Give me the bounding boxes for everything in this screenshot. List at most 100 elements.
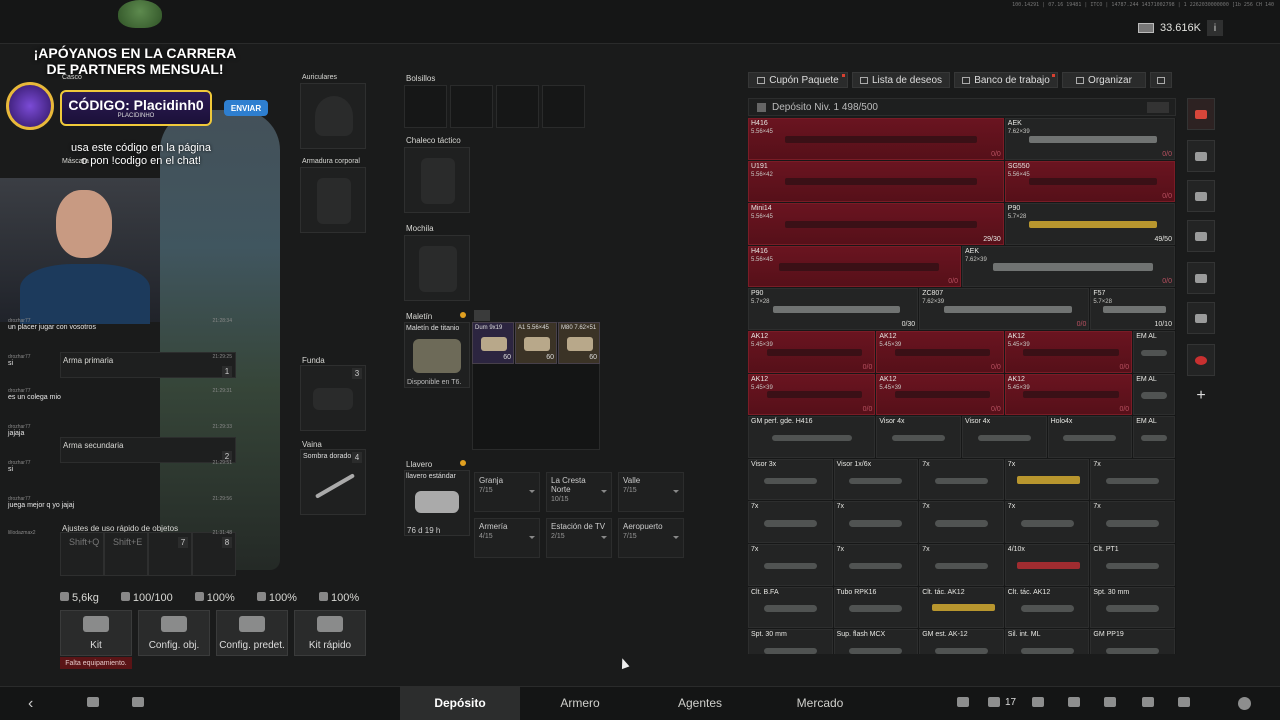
category-attachments[interactable] (1187, 302, 1215, 334)
send-button[interactable]: ENVIAR (224, 100, 268, 116)
stash-item[interactable]: 7x (1090, 501, 1175, 543)
stash-item[interactable]: H416 5.56×45 0/0 (748, 118, 1004, 160)
trophy-icon[interactable] (1104, 697, 1116, 707)
stash-item[interactable]: Holo4x (1047, 416, 1133, 458)
keychain-slot[interactable]: llavero estándar 76 d 19 h (404, 470, 470, 536)
stash-item[interactable]: GM PP19 (1090, 629, 1175, 654)
pocket-slot-4[interactable] (542, 85, 585, 128)
info-button[interactable]: i (1206, 20, 1223, 36)
ammo-item[interactable]: M80 7.62×51 60 (558, 322, 600, 364)
category-weapons[interactable] (1187, 140, 1215, 172)
book-icon[interactable] (1142, 697, 1154, 707)
tab-mercado[interactable]: Mercado (760, 686, 880, 720)
stash-item[interactable]: AK12 5.45×39 0/0 (748, 331, 876, 373)
quick-kit-button[interactable]: Kit rápido (294, 610, 366, 656)
backpack-slot[interactable] (404, 235, 470, 301)
stash-item[interactable]: 7x (1090, 458, 1175, 501)
stash-item[interactable]: Mini14 5.56×45 29/30 (748, 203, 1004, 245)
wishlist-button[interactable]: Lista de deseos (852, 72, 950, 88)
quick-slot-7[interactable]: 7 (148, 532, 192, 576)
stash-item[interactable]: Sil. int. ML (1004, 629, 1090, 654)
stash-item[interactable]: Visor 4x (876, 416, 961, 458)
ammo-item[interactable]: A1 5.56×45 60 (515, 322, 557, 364)
stash-item[interactable]: EM AL (1133, 416, 1175, 458)
stash-item[interactable]: 4/10x (1004, 544, 1090, 586)
stash-item[interactable]: 7x (833, 544, 919, 586)
config-obj-button[interactable]: Config. obj. (138, 610, 210, 656)
mail-icon[interactable] (1068, 697, 1080, 707)
crafting-location[interactable]: Valle 7/15 (618, 472, 684, 512)
stash-item[interactable]: Visor 3x (748, 458, 833, 501)
crafting-location[interactable]: Armería 4/15 (474, 518, 540, 558)
stash-item[interactable]: 7x (1004, 501, 1090, 543)
stash-item[interactable]: 7x (919, 458, 1004, 501)
stash-item[interactable]: AK12 5.45×39 0/0 (876, 373, 1004, 416)
stash-item[interactable]: P90 5.7×28 49/50 (1004, 203, 1175, 245)
category-ammo[interactable] (1187, 220, 1215, 252)
tab-armero[interactable]: Armero (520, 686, 640, 720)
home-nav-icon[interactable] (87, 697, 99, 707)
list-icon[interactable] (1178, 697, 1190, 707)
organize-button[interactable]: Organizar (1062, 72, 1146, 88)
crafting-location[interactable]: Granja 7/15 (474, 472, 540, 512)
stash-item[interactable]: Clt. tác. AK12 (1004, 586, 1090, 629)
stash-item[interactable]: Clt. PT1 (1090, 544, 1175, 586)
friends-icon[interactable] (988, 697, 1000, 707)
pocket-slot-1[interactable] (404, 85, 447, 128)
case-pin-icon[interactable] (474, 310, 490, 321)
stash-item[interactable]: AK12 5.45×39 0/0 (1004, 331, 1133, 373)
stash-item[interactable]: GM perf. gde. H416 (748, 416, 876, 458)
quick-slot-e[interactable]: Shift+E (104, 532, 148, 576)
body-armor-slot[interactable] (300, 167, 366, 233)
stash-item[interactable]: 7x (833, 501, 919, 543)
stash-item[interactable]: AEK 7.62×39 0/0 (1004, 118, 1175, 160)
stash-item[interactable]: GM est. AK-12 (919, 629, 1004, 654)
crafting-location[interactable]: Estación de TV 2/15 (546, 518, 612, 558)
stash-item[interactable]: ZC807 7.62×39 0/0 (919, 288, 1090, 330)
config-predet-button[interactable]: Config. predet. (216, 610, 288, 656)
stash-item[interactable]: 7x (748, 544, 833, 586)
quick-slot-q[interactable]: Shift+Q (60, 532, 104, 576)
stash-item[interactable]: Clt. B.FA (748, 586, 833, 629)
stash-item[interactable]: AEK 7.62×39 0/0 (962, 245, 1175, 288)
stash-item[interactable]: Visor 1x/6x (833, 458, 919, 501)
holster-slot[interactable]: 3 (300, 365, 366, 431)
chat-icon[interactable] (1032, 697, 1044, 707)
headset-slot[interactable] (300, 83, 366, 149)
crafting-location[interactable]: Aeropuerto 7/15 (618, 518, 684, 558)
case-slot[interactable]: Maletín de titanio Disponible en T6. (404, 322, 470, 388)
ammo-item[interactable]: Dum 9x19 60 (472, 322, 514, 364)
stash-item[interactable]: AK12 5.45×39 0/0 (1004, 373, 1133, 416)
stash-item[interactable]: Visor 4x (962, 416, 1047, 458)
squad-icon[interactable] (957, 697, 969, 707)
stash-item[interactable]: SG550 5.56×45 0/0 (1004, 160, 1175, 203)
category-gear[interactable] (1187, 180, 1215, 212)
stash-item[interactable]: 7x (1004, 458, 1090, 501)
tab-agentes[interactable]: Agentes (640, 686, 760, 720)
vest-slot[interactable] (404, 147, 470, 213)
sheath-slot[interactable]: Sombra dorado 4 (300, 449, 366, 515)
stash-item[interactable]: 7x (919, 544, 1004, 586)
stash-item[interactable]: 7x (919, 501, 1004, 543)
stash-settings-button[interactable] (1150, 72, 1172, 88)
category-misc[interactable] (1187, 344, 1215, 376)
stash-item[interactable]: AK12 5.45×39 0/0 (748, 373, 876, 416)
stash-item[interactable]: EM AL (1133, 373, 1175, 416)
kit-button[interactable]: Kit (60, 610, 132, 656)
stash-item[interactable]: 7x (748, 501, 833, 543)
stash-item[interactable]: H416 5.56×45 0/0 (748, 245, 961, 288)
stash-item[interactable]: F57 5.7×28 10/10 (1090, 288, 1175, 330)
stash-help-button[interactable] (1147, 102, 1169, 113)
stash-item[interactable]: AK12 5.45×39 0/0 (876, 331, 1004, 373)
pocket-slot-3[interactable] (496, 85, 539, 128)
crafting-location[interactable]: La Cresta Norte 10/15 (546, 472, 612, 512)
stash-item[interactable]: Sup. flash MCX (833, 629, 919, 654)
stash-item[interactable]: Clt. tác. AK12 (919, 586, 1004, 629)
category-all[interactable] (1187, 98, 1215, 130)
stash-item[interactable]: P90 5.7×28 0/30 (748, 288, 919, 330)
stash-item[interactable]: U191 5.56×42 (748, 160, 1004, 203)
add-category-button[interactable]: + (1187, 380, 1215, 412)
coupon-button[interactable]: Cupón Paquete (748, 72, 848, 88)
category-meds[interactable] (1187, 262, 1215, 294)
settings-gear-icon[interactable] (1238, 697, 1251, 710)
